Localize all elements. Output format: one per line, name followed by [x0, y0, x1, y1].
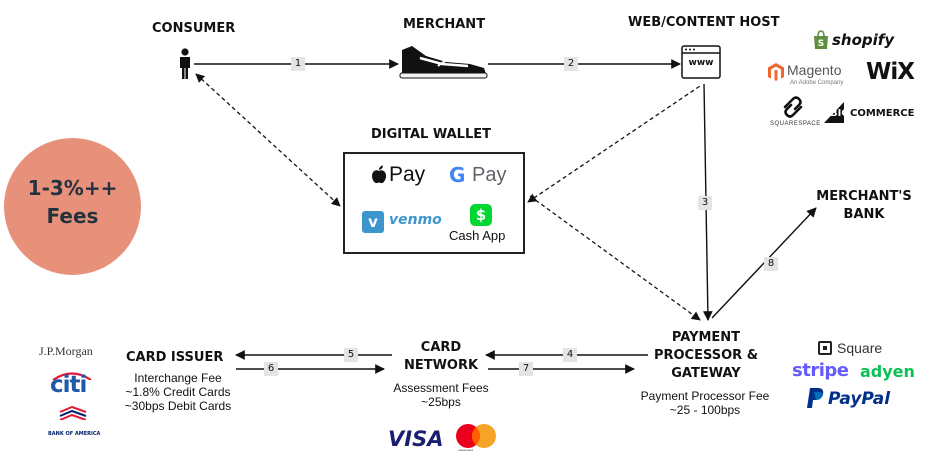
- payment-processor-line1: PAYMENT: [671, 330, 741, 345]
- venmo-icon: v: [362, 211, 384, 233]
- merchants-bank-line1: MERCHANT'S: [816, 189, 912, 204]
- payment-processor-line2: PROCESSOR &: [653, 348, 759, 363]
- consumer-title: CONSUMER: [152, 21, 236, 36]
- citi-logo-text: citi: [50, 372, 87, 398]
- card-network-line1: CARD: [420, 340, 462, 355]
- fees-badge: 1-3%++ Fees: [4, 138, 141, 275]
- step-label-5: 5: [344, 348, 358, 362]
- bank-of-america-flag-icon: [59, 406, 87, 420]
- paypal-logo-text: PayPal: [828, 389, 891, 409]
- card-issuer-fees: Interchange Fee ~1.8% Credit Cards ~30bp…: [118, 371, 238, 413]
- wix-logo-text: WiX: [866, 59, 915, 85]
- payment-processor-title: PAYMENT PROCESSOR & GATEWAY: [644, 329, 768, 383]
- flow-wallet-consumer: [195, 73, 341, 207]
- card-network-line2: NETWORK: [403, 358, 479, 373]
- svg-text:S: S: [818, 39, 824, 49]
- paypal-icon: [807, 388, 824, 408]
- apple-icon: [372, 165, 386, 184]
- magento-subtext: An Adobe Company: [790, 80, 844, 86]
- interchange-fee-label: Interchange Fee: [134, 371, 222, 385]
- jpmorgan-logo-text: J.P.Morgan: [39, 344, 93, 358]
- fees-badge-percent: 1-3%++: [27, 176, 118, 200]
- bigcommerce-big-text: BIG: [830, 108, 850, 119]
- web-host-title: WEB/CONTENT HOST: [628, 15, 780, 30]
- shopify-bag-icon: S: [814, 30, 828, 49]
- adyen-logo-text: adyen: [860, 362, 915, 381]
- magento-logo-text: Magento: [787, 62, 842, 78]
- assessment-fee-label: Assessment Fees: [393, 381, 489, 395]
- browser-www-text: www: [688, 58, 714, 68]
- card-network-fees: Assessment Fees ~25bps: [381, 381, 501, 409]
- bank-of-america-logo-text: BANK OF AMERICA: [48, 431, 101, 437]
- step-label-7: 7: [519, 362, 533, 376]
- merchants-bank-line2: BANK: [843, 207, 885, 222]
- processor-fee-value: ~25 - 100bps: [669, 403, 741, 417]
- debit-card-fee: ~30bps Debit Cards: [124, 399, 232, 413]
- assessment-fee-value: ~25bps: [421, 395, 461, 409]
- merchant-title: MERCHANT: [403, 17, 486, 32]
- visa-logo-text: VISA: [388, 427, 444, 451]
- merchants-bank-title: MERCHANT'S BANK: [816, 188, 912, 224]
- google-pay-text: Pay: [472, 164, 507, 186]
- digital-wallet-box: Pay G Pay v venmo $ Cash App: [343, 152, 525, 254]
- step-label-8: 8: [764, 257, 778, 271]
- mastercard-icon: [456, 424, 496, 448]
- squarespace-logo-text: SQUARESPACE: [770, 121, 821, 127]
- step-label-4: 4: [563, 348, 577, 362]
- flow-wallet-host: [527, 85, 701, 203]
- bigcommerce-commerce-text: COMMERCE: [850, 108, 915, 119]
- mastercard-logo-text: mastercard: [458, 448, 474, 452]
- cash-app-text: Cash App: [449, 228, 506, 243]
- card-network-title: CARD NETWORK: [394, 339, 488, 375]
- squarespace-icon: [783, 96, 803, 118]
- payment-processor-fees: Payment Processor Fee ~25 - 100bps: [632, 389, 778, 417]
- shopify-logo-text: shopify: [832, 31, 895, 49]
- apple-pay-text: Pay: [389, 163, 426, 186]
- payment-processor-line3: GATEWAY: [671, 366, 741, 381]
- step-label-2: 2: [564, 57, 578, 71]
- processor-fee-label: Payment Processor Fee: [640, 389, 770, 403]
- step-label-1: 1: [291, 57, 305, 71]
- cash-app-icon: $: [470, 204, 492, 226]
- venmo-logo-text: venmo: [389, 212, 442, 228]
- google-g-icon: G: [449, 163, 466, 187]
- magento-icon: [768, 63, 784, 81]
- square-logo-text: Square: [837, 340, 883, 356]
- credit-card-fee: ~1.8% Credit Cards: [125, 385, 231, 399]
- step-label-3: 3: [698, 196, 712, 210]
- stripe-logo-text: stripe: [792, 360, 849, 381]
- step-label-6: 6: [264, 362, 278, 376]
- square-logo-icon: [818, 341, 832, 355]
- fees-badge-label: Fees: [46, 204, 99, 228]
- digital-wallet-title: DIGITAL WALLET: [371, 127, 491, 142]
- card-issuer-title: CARD ISSUER: [126, 350, 224, 365]
- person-icon: [180, 48, 190, 79]
- flow-wallet-processor: [529, 195, 701, 321]
- sneaker-icon: [399, 46, 488, 79]
